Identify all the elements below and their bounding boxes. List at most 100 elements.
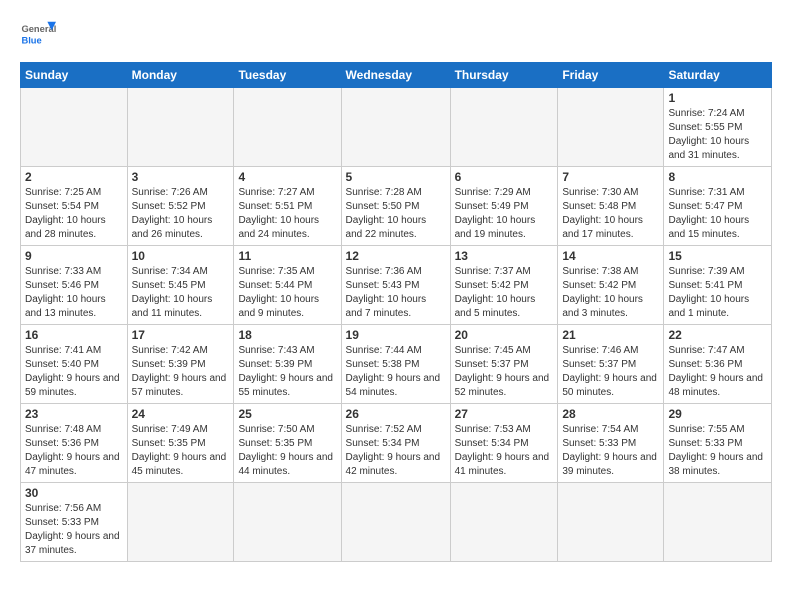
calendar-cell (664, 483, 772, 562)
day-info: Sunrise: 7:38 AM Sunset: 5:42 PM Dayligh… (562, 265, 659, 321)
day-number: 22 (668, 328, 767, 342)
day-info: Sunrise: 7:42 AM Sunset: 5:39 PM Dayligh… (132, 344, 230, 400)
day-number: 16 (25, 328, 123, 342)
calendar-cell: 18 Sunrise: 7:43 AM Sunset: 5:39 PM Dayli… (234, 325, 341, 404)
day-info: Sunrise: 7:29 AM Sunset: 5:49 PM Dayligh… (455, 186, 554, 242)
calendar-cell: 9 Sunrise: 7:33 AM Sunset: 5:46 PM Daylig… (21, 246, 128, 325)
day-info: Sunrise: 7:26 AM Sunset: 5:52 PM Dayligh… (132, 186, 230, 242)
day-number: 14 (562, 249, 659, 263)
day-number: 9 (25, 249, 123, 263)
day-number: 26 (346, 407, 446, 421)
day-number: 11 (238, 249, 336, 263)
day-number: 3 (132, 170, 230, 184)
day-info: Sunrise: 7:53 AM Sunset: 5:34 PM Dayligh… (455, 423, 554, 479)
day-info: Sunrise: 7:44 AM Sunset: 5:38 PM Dayligh… (346, 344, 446, 400)
day-number: 1 (668, 91, 767, 105)
day-info: Sunrise: 7:33 AM Sunset: 5:46 PM Dayligh… (25, 265, 123, 321)
day-info: Sunrise: 7:45 AM Sunset: 5:37 PM Dayligh… (455, 344, 554, 400)
day-info: Sunrise: 7:56 AM Sunset: 5:33 PM Dayligh… (25, 502, 123, 558)
calendar-cell: 28 Sunrise: 7:54 AM Sunset: 5:33 PM Dayli… (558, 404, 664, 483)
day-number: 19 (346, 328, 446, 342)
calendar-cell: 24 Sunrise: 7:49 AM Sunset: 5:35 PM Dayli… (127, 404, 234, 483)
day-number: 6 (455, 170, 554, 184)
day-info: Sunrise: 7:48 AM Sunset: 5:36 PM Dayligh… (25, 423, 123, 479)
day-info: Sunrise: 7:55 AM Sunset: 5:33 PM Dayligh… (668, 423, 767, 479)
calendar-cell: 22Sunrise: 7:47 AM Sunset: 5:36 PM Dayli… (664, 325, 772, 404)
day-info: Sunrise: 7:28 AM Sunset: 5:50 PM Dayligh… (346, 186, 446, 242)
weekday-header: Monday (127, 63, 234, 88)
weekday-header: Sunday (21, 63, 128, 88)
page: General Blue SundayMondayTuesdayWednesda… (0, 0, 792, 572)
calendar-cell (341, 483, 450, 562)
calendar-cell: 2 Sunrise: 7:25 AM Sunset: 5:54 PM Daylig… (21, 167, 128, 246)
calendar-cell (450, 483, 558, 562)
calendar-cell: 7 Sunrise: 7:30 AM Sunset: 5:48 PM Daylig… (558, 167, 664, 246)
day-info: Sunrise: 7:52 AM Sunset: 5:34 PM Dayligh… (346, 423, 446, 479)
day-number: 28 (562, 407, 659, 421)
day-info: Sunrise: 7:37 AM Sunset: 5:42 PM Dayligh… (455, 265, 554, 321)
calendar-table: SundayMondayTuesdayWednesdayThursdayFrid… (20, 62, 772, 562)
day-number: 13 (455, 249, 554, 263)
calendar-header: SundayMondayTuesdayWednesdayThursdayFrid… (21, 63, 772, 88)
calendar-cell: 17 Sunrise: 7:42 AM Sunset: 5:39 PM Dayli… (127, 325, 234, 404)
calendar-cell: 8 Sunrise: 7:31 AM Sunset: 5:47 PM Daylig… (664, 167, 772, 246)
day-info: Sunrise: 7:27 AM Sunset: 5:51 PM Dayligh… (238, 186, 336, 242)
day-number: 27 (455, 407, 554, 421)
day-number: 5 (346, 170, 446, 184)
calendar-cell: 14 Sunrise: 7:38 AM Sunset: 5:42 PM Dayli… (558, 246, 664, 325)
day-number: 10 (132, 249, 230, 263)
day-info: Sunrise: 7:46 AM Sunset: 5:37 PM Dayligh… (562, 344, 659, 400)
day-number: 4 (238, 170, 336, 184)
weekday-header: Tuesday (234, 63, 341, 88)
weekday-header: Thursday (450, 63, 558, 88)
calendar-cell (558, 483, 664, 562)
calendar-cell: 3 Sunrise: 7:26 AM Sunset: 5:52 PM Daylig… (127, 167, 234, 246)
weekday-header: Saturday (664, 63, 772, 88)
day-number: 23 (25, 407, 123, 421)
calendar-cell: 20 Sunrise: 7:45 AM Sunset: 5:37 PM Dayli… (450, 325, 558, 404)
calendar-cell (21, 88, 128, 167)
day-info: Sunrise: 7:35 AM Sunset: 5:44 PM Dayligh… (238, 265, 336, 321)
day-number: 8 (668, 170, 767, 184)
calendar-cell (234, 88, 341, 167)
calendar-cell: 27 Sunrise: 7:53 AM Sunset: 5:34 PM Dayli… (450, 404, 558, 483)
day-info: Sunrise: 7:25 AM Sunset: 5:54 PM Dayligh… (25, 186, 123, 242)
header: General Blue (20, 16, 772, 52)
weekday-header: Wednesday (341, 63, 450, 88)
calendar-cell: 23 Sunrise: 7:48 AM Sunset: 5:36 PM Dayli… (21, 404, 128, 483)
calendar-cell: 15Sunrise: 7:39 AM Sunset: 5:41 PM Dayli… (664, 246, 772, 325)
day-info: Sunrise: 7:39 AM Sunset: 5:41 PM Dayligh… (668, 265, 767, 321)
calendar-cell: 26 Sunrise: 7:52 AM Sunset: 5:34 PM Dayli… (341, 404, 450, 483)
calendar-cell (127, 483, 234, 562)
calendar-cell: 6 Sunrise: 7:29 AM Sunset: 5:49 PM Daylig… (450, 167, 558, 246)
day-info: Sunrise: 7:24 AM Sunset: 5:55 PM Dayligh… (668, 107, 767, 163)
calendar-body: 1 Sunrise: 7:24 AM Sunset: 5:55 PM Daylig… (21, 88, 772, 562)
calendar-cell: 25Sunrise: 7:50 AM Sunset: 5:35 PM Dayli… (234, 404, 341, 483)
day-number: 17 (132, 328, 230, 342)
day-info: Sunrise: 7:36 AM Sunset: 5:43 PM Dayligh… (346, 265, 446, 321)
day-info: Sunrise: 7:31 AM Sunset: 5:47 PM Dayligh… (668, 186, 767, 242)
day-number: 7 (562, 170, 659, 184)
calendar-cell (234, 483, 341, 562)
day-info: Sunrise: 7:43 AM Sunset: 5:39 PM Dayligh… (238, 344, 336, 400)
day-number: 30 (25, 486, 123, 500)
day-number: 25 (238, 407, 336, 421)
calendar-cell: 4 Sunrise: 7:27 AM Sunset: 5:51 PM Daylig… (234, 167, 341, 246)
day-number: 18 (238, 328, 336, 342)
calendar-cell: 11 Sunrise: 7:35 AM Sunset: 5:44 PM Dayli… (234, 246, 341, 325)
day-number: 24 (132, 407, 230, 421)
calendar-cell (558, 88, 664, 167)
day-number: 2 (25, 170, 123, 184)
calendar-cell: 30 Sunrise: 7:56 AM Sunset: 5:33 PM Dayli… (21, 483, 128, 562)
day-info: Sunrise: 7:54 AM Sunset: 5:33 PM Dayligh… (562, 423, 659, 479)
day-number: 20 (455, 328, 554, 342)
logo: General Blue (20, 16, 56, 52)
calendar-cell: 1 Sunrise: 7:24 AM Sunset: 5:55 PM Daylig… (664, 88, 772, 167)
day-info: Sunrise: 7:49 AM Sunset: 5:35 PM Dayligh… (132, 423, 230, 479)
day-number: 12 (346, 249, 446, 263)
calendar-cell (341, 88, 450, 167)
calendar-cell (127, 88, 234, 167)
calendar-cell: 16Sunrise: 7:41 AM Sunset: 5:40 PM Dayli… (21, 325, 128, 404)
general-blue-icon: General Blue (20, 16, 56, 52)
day-info: Sunrise: 7:30 AM Sunset: 5:48 PM Dayligh… (562, 186, 659, 242)
